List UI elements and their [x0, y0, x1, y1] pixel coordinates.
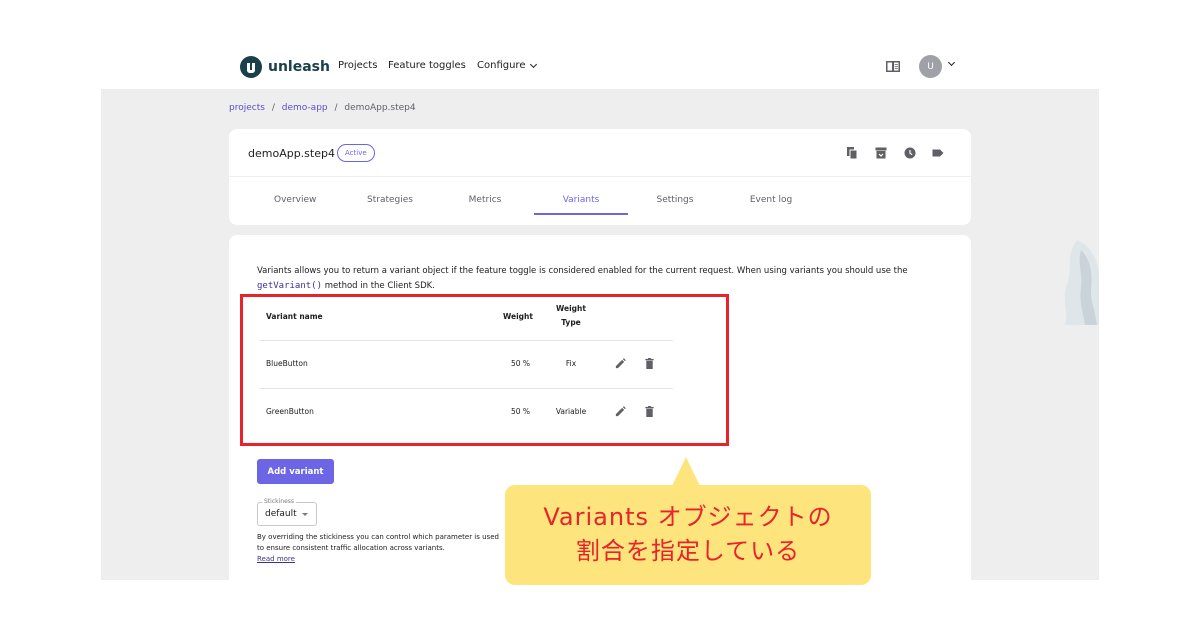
top-navigation: unleash Projects Feature toggles Configu…: [0, 0, 1200, 89]
breadcrumb-separator: /: [334, 103, 338, 113]
copy-icon[interactable]: [846, 147, 858, 159]
logo-text: unleash: [268, 59, 330, 75]
annotation-line-2: 割合を指定している: [575, 537, 801, 565]
annotation-text: Variants オブジェクトの 割合を指定している: [505, 500, 871, 568]
tab-variants[interactable]: Variants: [554, 195, 608, 205]
breadcrumb-separator: /: [271, 103, 275, 113]
callout-pointer: [672, 457, 700, 486]
toggle-name: demoApp.step4: [248, 147, 335, 160]
description-text: Variants allows you to return a variant …: [257, 266, 908, 276]
nav-configure-label: Configure: [477, 60, 526, 71]
nav-feature-toggles[interactable]: Feature toggles: [388, 60, 466, 71]
chevron-down-icon: [530, 60, 538, 68]
unleash-logo[interactable]: unleash: [240, 56, 330, 78]
archive-icon[interactable]: [875, 147, 887, 159]
documentation-book-icon[interactable]: [886, 61, 900, 72]
variants-highlight-box: [240, 294, 729, 446]
nav-projects[interactable]: Projects: [338, 60, 377, 71]
description-text-after: method in the Client SDK.: [322, 281, 435, 291]
decorative-illustration: [1064, 240, 1099, 325]
tab-overview[interactable]: Overview: [274, 195, 316, 205]
getvariant-code: getVariant(): [257, 281, 323, 291]
read-more-link[interactable]: Read more: [257, 555, 295, 563]
feature-toggle-header: demoApp.step4 Active Overview Strategies…: [229, 129, 971, 225]
breadcrumb-projects[interactable]: projects: [229, 103, 265, 113]
stickiness-label: Stickiness: [262, 498, 297, 505]
stickiness-value: default: [265, 509, 297, 519]
header-divider: [229, 176, 971, 177]
breadcrumb: projects / demo-app / demoApp.step4: [229, 103, 416, 113]
annotation-line-1: Variants オブジェクトの: [543, 503, 833, 531]
breadcrumb-demo-app[interactable]: demo-app: [282, 103, 328, 113]
tab-settings[interactable]: Settings: [651, 195, 699, 205]
tag-label-icon[interactable]: [932, 147, 944, 159]
tab-event-log[interactable]: Event log: [744, 195, 798, 205]
add-variant-button[interactable]: Add variant: [257, 459, 334, 484]
variants-description: Variants allows you to return a variant …: [257, 264, 957, 294]
dropdown-caret-icon: [302, 513, 308, 516]
status-badge: Active: [337, 144, 375, 162]
tab-strategies[interactable]: Strategies: [362, 195, 418, 205]
avatar-chevron-down-icon[interactable]: [947, 58, 956, 67]
history-clock-icon[interactable]: [904, 147, 916, 159]
tab-metrics[interactable]: Metrics: [465, 195, 505, 205]
nav-configure[interactable]: Configure: [477, 60, 538, 71]
user-avatar[interactable]: U: [919, 55, 942, 78]
breadcrumb-current: demoApp.step4: [344, 103, 416, 113]
unleash-logo-icon: [240, 56, 262, 78]
active-tab-indicator: [534, 213, 628, 215]
stickiness-help-text: By overriding the stickiness you can con…: [257, 533, 499, 552]
